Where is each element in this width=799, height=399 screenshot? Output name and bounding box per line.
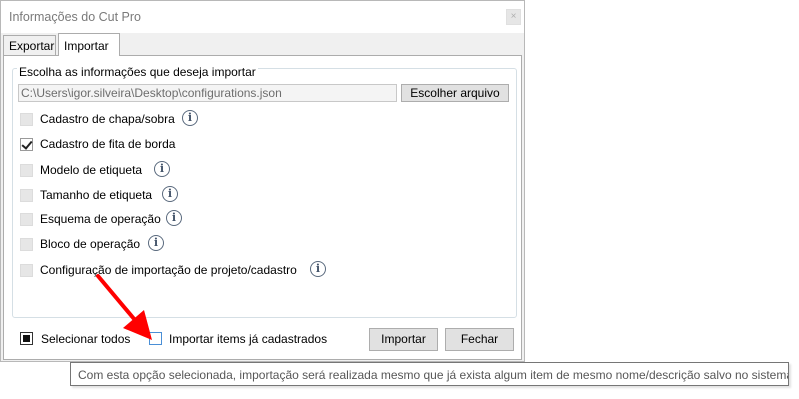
option-label: Cadastro de fita de borda [40,137,176,151]
checkbox[interactable] [20,189,33,202]
group-title: Escolha as informações que deseja import… [17,65,258,79]
checkbox[interactable] [20,264,33,277]
close-icon: × [510,11,517,22]
select-all-box[interactable] [20,332,33,345]
choose-file-button[interactable]: Escolher arquivo [401,84,509,102]
file-path-input[interactable] [18,84,397,102]
import-button[interactable]: Importar [369,328,438,351]
checkbox[interactable] [20,213,33,226]
info-circle-icon[interactable]: i [166,210,182,226]
checkbox-checked[interactable] [20,138,33,151]
dialog-window: Informações do Cut Pro × Exportar Import… [0,0,525,362]
red-arrow-icon [96,274,152,340]
checkbox[interactable] [20,164,33,177]
info-circle-icon[interactable]: i [154,161,170,177]
window-title: Informações do Cut Pro [9,10,142,24]
close-window-button[interactable]: × [506,9,521,25]
checkbox[interactable] [20,113,33,126]
option-label: Tamanho de etiqueta [40,188,153,202]
tab-exportar[interactable]: Exportar [3,35,56,55]
close-button[interactable]: Fechar [445,328,514,351]
option-label: Esquema de operação [40,212,161,226]
title-bar: Informações do Cut Pro × [1,1,524,33]
import-existing-label: Importar items já cadastrados [169,332,328,346]
option-label: Cadastro de chapa/sobra [40,112,175,126]
info-circle-icon[interactable]: i [148,235,164,251]
option-label: Modelo de etiqueta [40,163,143,177]
info-circle-icon[interactable]: i [182,110,198,126]
info-circle-icon[interactable]: i [162,186,178,202]
tab-importar[interactable]: Importar [58,33,120,56]
tooltip: Com esta opção selecionada, importação s… [70,362,789,386]
option-label: Bloco de operação [40,237,141,251]
info-circle-icon[interactable]: i [310,261,326,277]
checkbox[interactable] [20,238,33,251]
